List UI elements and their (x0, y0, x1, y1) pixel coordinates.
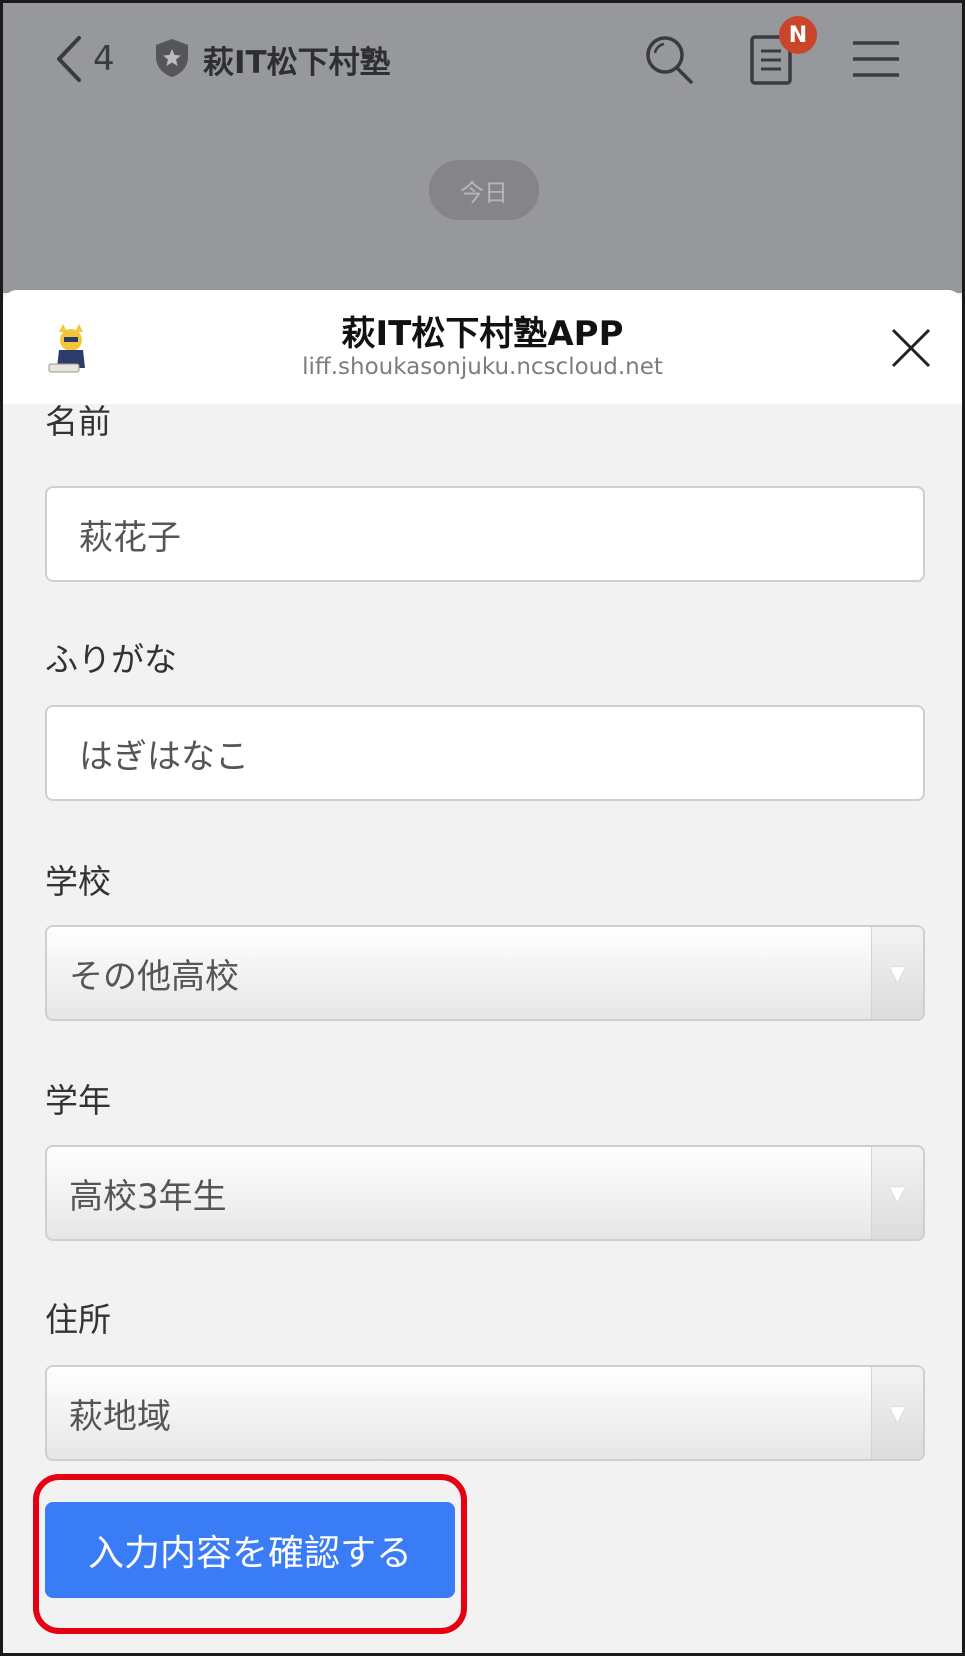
app-title: 萩IT松下村塾APP (341, 314, 624, 354)
close-icon (891, 328, 931, 368)
dropdown-arrow-icon: ▼ (871, 1147, 923, 1239)
name-input-value: 萩花子 (79, 517, 181, 558)
date-separator: 今日 (429, 160, 539, 220)
school-select[interactable]: その他高校 ▼ (45, 925, 925, 1021)
chat-header: 4 萩IT松下村塾 N (3, 3, 962, 113)
unread-count: 4 (93, 39, 115, 79)
furigana-label: ふりがな (45, 640, 177, 679)
menu-button[interactable] (849, 31, 905, 87)
shield-icon (156, 39, 188, 77)
chat-title: 萩IT松下村塾 (203, 45, 391, 81)
dropdown-arrow-icon: ▼ (871, 1367, 923, 1459)
school-select-value: その他高校 (69, 956, 239, 997)
back-chevron-icon (57, 36, 81, 82)
close-button[interactable] (887, 324, 935, 372)
confirm-submit-button[interactable]: 入力内容を確認する (45, 1502, 455, 1598)
name-input[interactable]: 萩花子 (45, 486, 925, 582)
screen-frame: 4 萩IT松下村塾 N 今日 萩IT松下村塾APP liff.shoukason… (0, 0, 965, 1656)
school-label: 学校 (45, 862, 111, 901)
dropdown-arrow-icon: ▼ (871, 927, 923, 1019)
furigana-input[interactable]: はぎはなこ (45, 705, 925, 801)
grade-select[interactable]: 高校3年生 ▼ (45, 1145, 925, 1241)
back-button[interactable]: 4 (53, 31, 143, 87)
chat-background: 4 萩IT松下村塾 N 今日 (3, 3, 962, 293)
search-button[interactable] (641, 31, 697, 87)
notes-badge: N (779, 16, 817, 54)
furigana-input-value: はぎはなこ (79, 736, 249, 777)
app-url: liff.shoukasonjuku.ncscloud.net (302, 354, 663, 380)
grade-select-value: 高校3年生 (69, 1176, 227, 1217)
address-select-value: 萩地域 (69, 1396, 171, 1437)
address-label: 住所 (45, 1300, 111, 1339)
sheet-header: 萩IT松下村塾APP liff.shoukasonjuku.ncscloud.n… (3, 290, 962, 404)
name-label: 名前 (45, 402, 111, 441)
grade-label: 学年 (45, 1081, 111, 1120)
address-select[interactable]: 萩地域 ▼ (45, 1365, 925, 1461)
menu-icon (853, 41, 899, 77)
search-icon (646, 36, 693, 84)
